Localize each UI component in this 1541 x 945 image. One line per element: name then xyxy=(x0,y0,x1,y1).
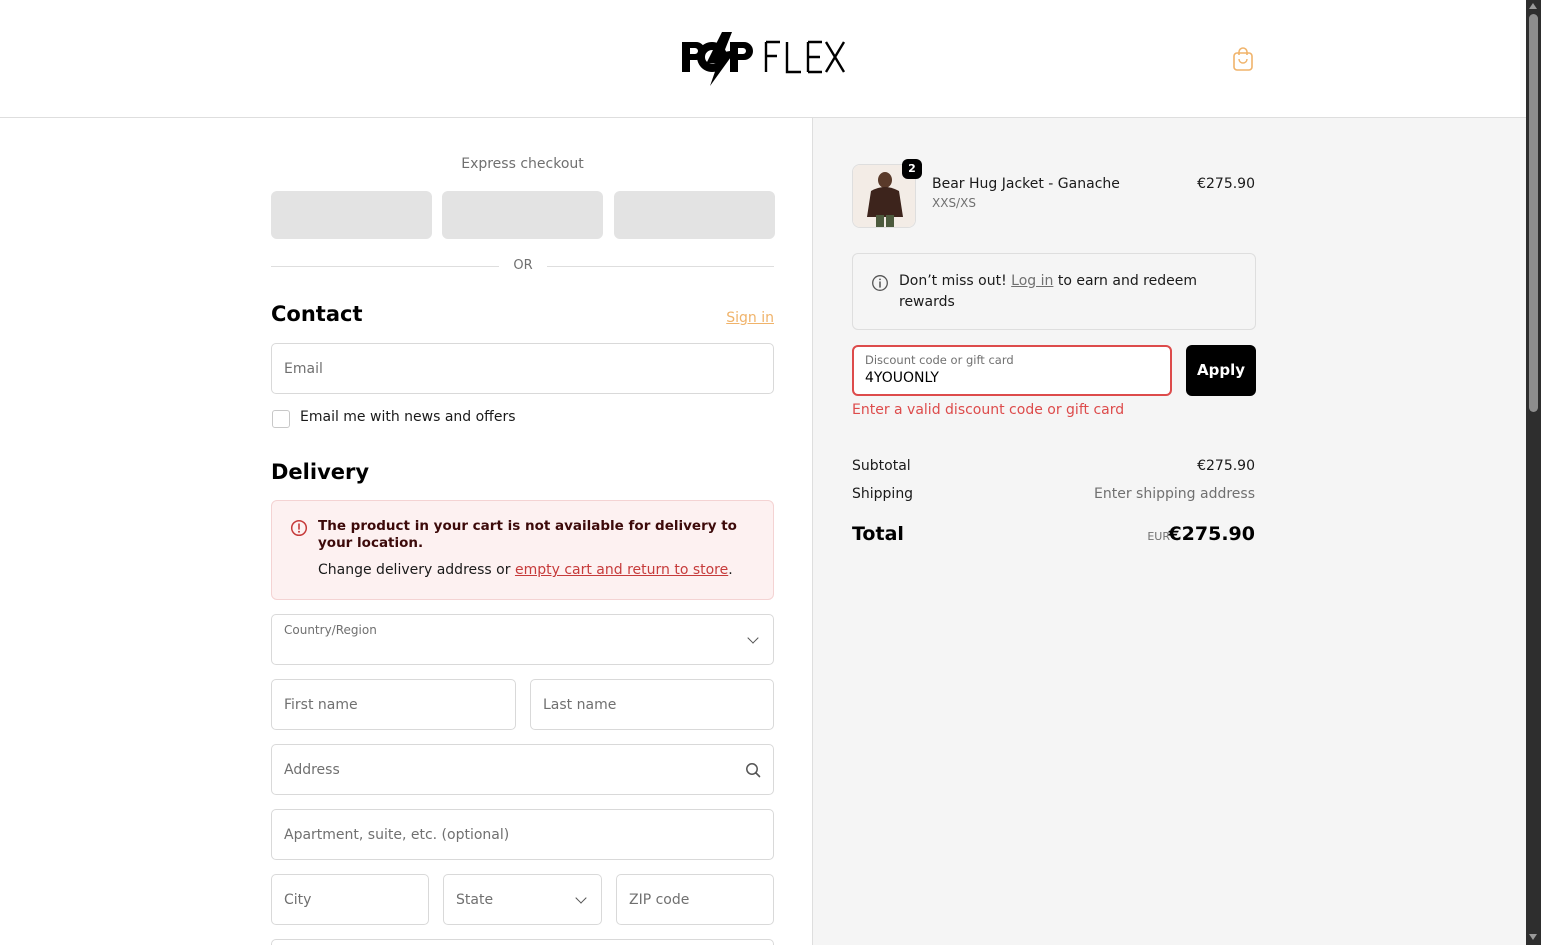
zip-placeholder: ZIP code xyxy=(629,891,690,908)
scroll-down-arrow-icon[interactable] xyxy=(1529,934,1537,940)
shipping-label: Shipping xyxy=(852,486,914,502)
apply-button[interactable]: Apply xyxy=(1186,345,1256,396)
empty-cart-link[interactable]: empty cart and return to store xyxy=(515,562,728,578)
first-name-placeholder: First name xyxy=(284,696,358,713)
zip-field[interactable]: ZIP code xyxy=(616,874,774,925)
discount-error-message: Enter a valid discount code or gift card xyxy=(852,402,1125,418)
chevron-down-icon xyxy=(747,632,759,644)
product-price: €275.90 xyxy=(1197,176,1255,192)
email-field[interactable]: Email xyxy=(271,343,774,394)
country-label: Country/Region xyxy=(284,623,377,637)
alert-circle-icon xyxy=(290,519,308,537)
total-currency: EUR xyxy=(1147,530,1170,543)
or-divider-label: OR xyxy=(513,258,533,273)
info-icon xyxy=(872,275,888,291)
next-field-partial[interactable] xyxy=(271,939,774,945)
express-pay-button-2[interactable] xyxy=(442,191,603,239)
last-name-field[interactable]: Last name xyxy=(530,679,774,730)
subtotal-value: €275.90 xyxy=(1197,458,1255,474)
shopping-bag-icon[interactable] xyxy=(1231,46,1255,72)
first-name-field[interactable]: First name xyxy=(271,679,516,730)
order-summary-panel: 2 Bear Hug Jacket - Ganache XXS/XS €275.… xyxy=(812,118,1526,945)
subtotal-label: Subtotal xyxy=(852,458,911,474)
chevron-down-icon xyxy=(575,892,587,904)
scroll-up-arrow-icon[interactable] xyxy=(1529,3,1537,9)
delivery-error-body: Change delivery address or empty cart an… xyxy=(318,562,733,578)
discount-label: Discount code or gift card xyxy=(865,353,1014,367)
express-pay-button-3[interactable] xyxy=(614,191,775,239)
rewards-text: Don’t miss out! Log in to earn and redee… xyxy=(899,271,1229,313)
rewards-banner: Don’t miss out! Log in to earn and redee… xyxy=(852,253,1256,330)
total-label: Total xyxy=(852,523,904,545)
delivery-error-banner: The product in your cart is not availabl… xyxy=(271,500,774,600)
express-pay-button-1[interactable] xyxy=(271,191,432,239)
product-variant: XXS/XS xyxy=(932,196,976,210)
or-divider-left xyxy=(271,266,499,267)
contact-heading: Contact xyxy=(271,302,363,326)
country-select[interactable]: Country/Region xyxy=(271,614,774,665)
delivery-error-prefix: Change delivery address or xyxy=(318,562,515,578)
delivery-error-title: The product in your cart is not availabl… xyxy=(318,518,737,551)
discount-code-field[interactable]: Discount code or gift card 4YOUONLY xyxy=(852,345,1172,396)
delivery-error-suffix: . xyxy=(728,562,733,578)
delivery-heading: Delivery xyxy=(271,460,370,484)
apartment-field[interactable]: Apartment, suite, etc. (optional) xyxy=(271,809,774,860)
quantity-badge: 2 xyxy=(902,159,922,179)
discount-value: 4YOUONLY xyxy=(865,370,939,386)
apartment-placeholder: Apartment, suite, etc. (optional) xyxy=(284,826,510,843)
last-name-placeholder: Last name xyxy=(543,696,617,713)
city-placeholder: City xyxy=(284,891,312,908)
state-placeholder: State xyxy=(456,891,494,908)
newsletter-label: Email me with news and offers xyxy=(300,409,516,425)
total-value: €275.90 xyxy=(1168,523,1255,545)
checkout-form-panel: Express checkout OR Contact Sign in Emai… xyxy=(0,118,812,945)
express-checkout-title: Express checkout xyxy=(461,156,584,172)
search-icon[interactable] xyxy=(745,762,761,778)
page-scrollbar[interactable] xyxy=(1526,0,1541,945)
address-placeholder: Address xyxy=(284,761,340,778)
email-placeholder: Email xyxy=(284,360,323,377)
scrollbar-thumb[interactable] xyxy=(1529,14,1538,412)
shipping-value: Enter shipping address xyxy=(1094,486,1255,502)
address-field[interactable]: Address xyxy=(271,744,774,795)
state-select[interactable]: State xyxy=(443,874,602,925)
city-field[interactable]: City xyxy=(271,874,429,925)
sign-in-link[interactable]: Sign in xyxy=(710,310,774,326)
rewards-prefix: Don’t miss out! xyxy=(899,273,1012,289)
or-divider-right xyxy=(547,266,774,267)
log-in-link[interactable]: Log in xyxy=(1011,273,1053,289)
product-name: Bear Hug Jacket - Ganache xyxy=(932,176,1120,192)
popflex-logo[interactable] xyxy=(680,30,846,88)
site-header xyxy=(0,0,1526,118)
newsletter-checkbox[interactable] xyxy=(272,410,290,428)
